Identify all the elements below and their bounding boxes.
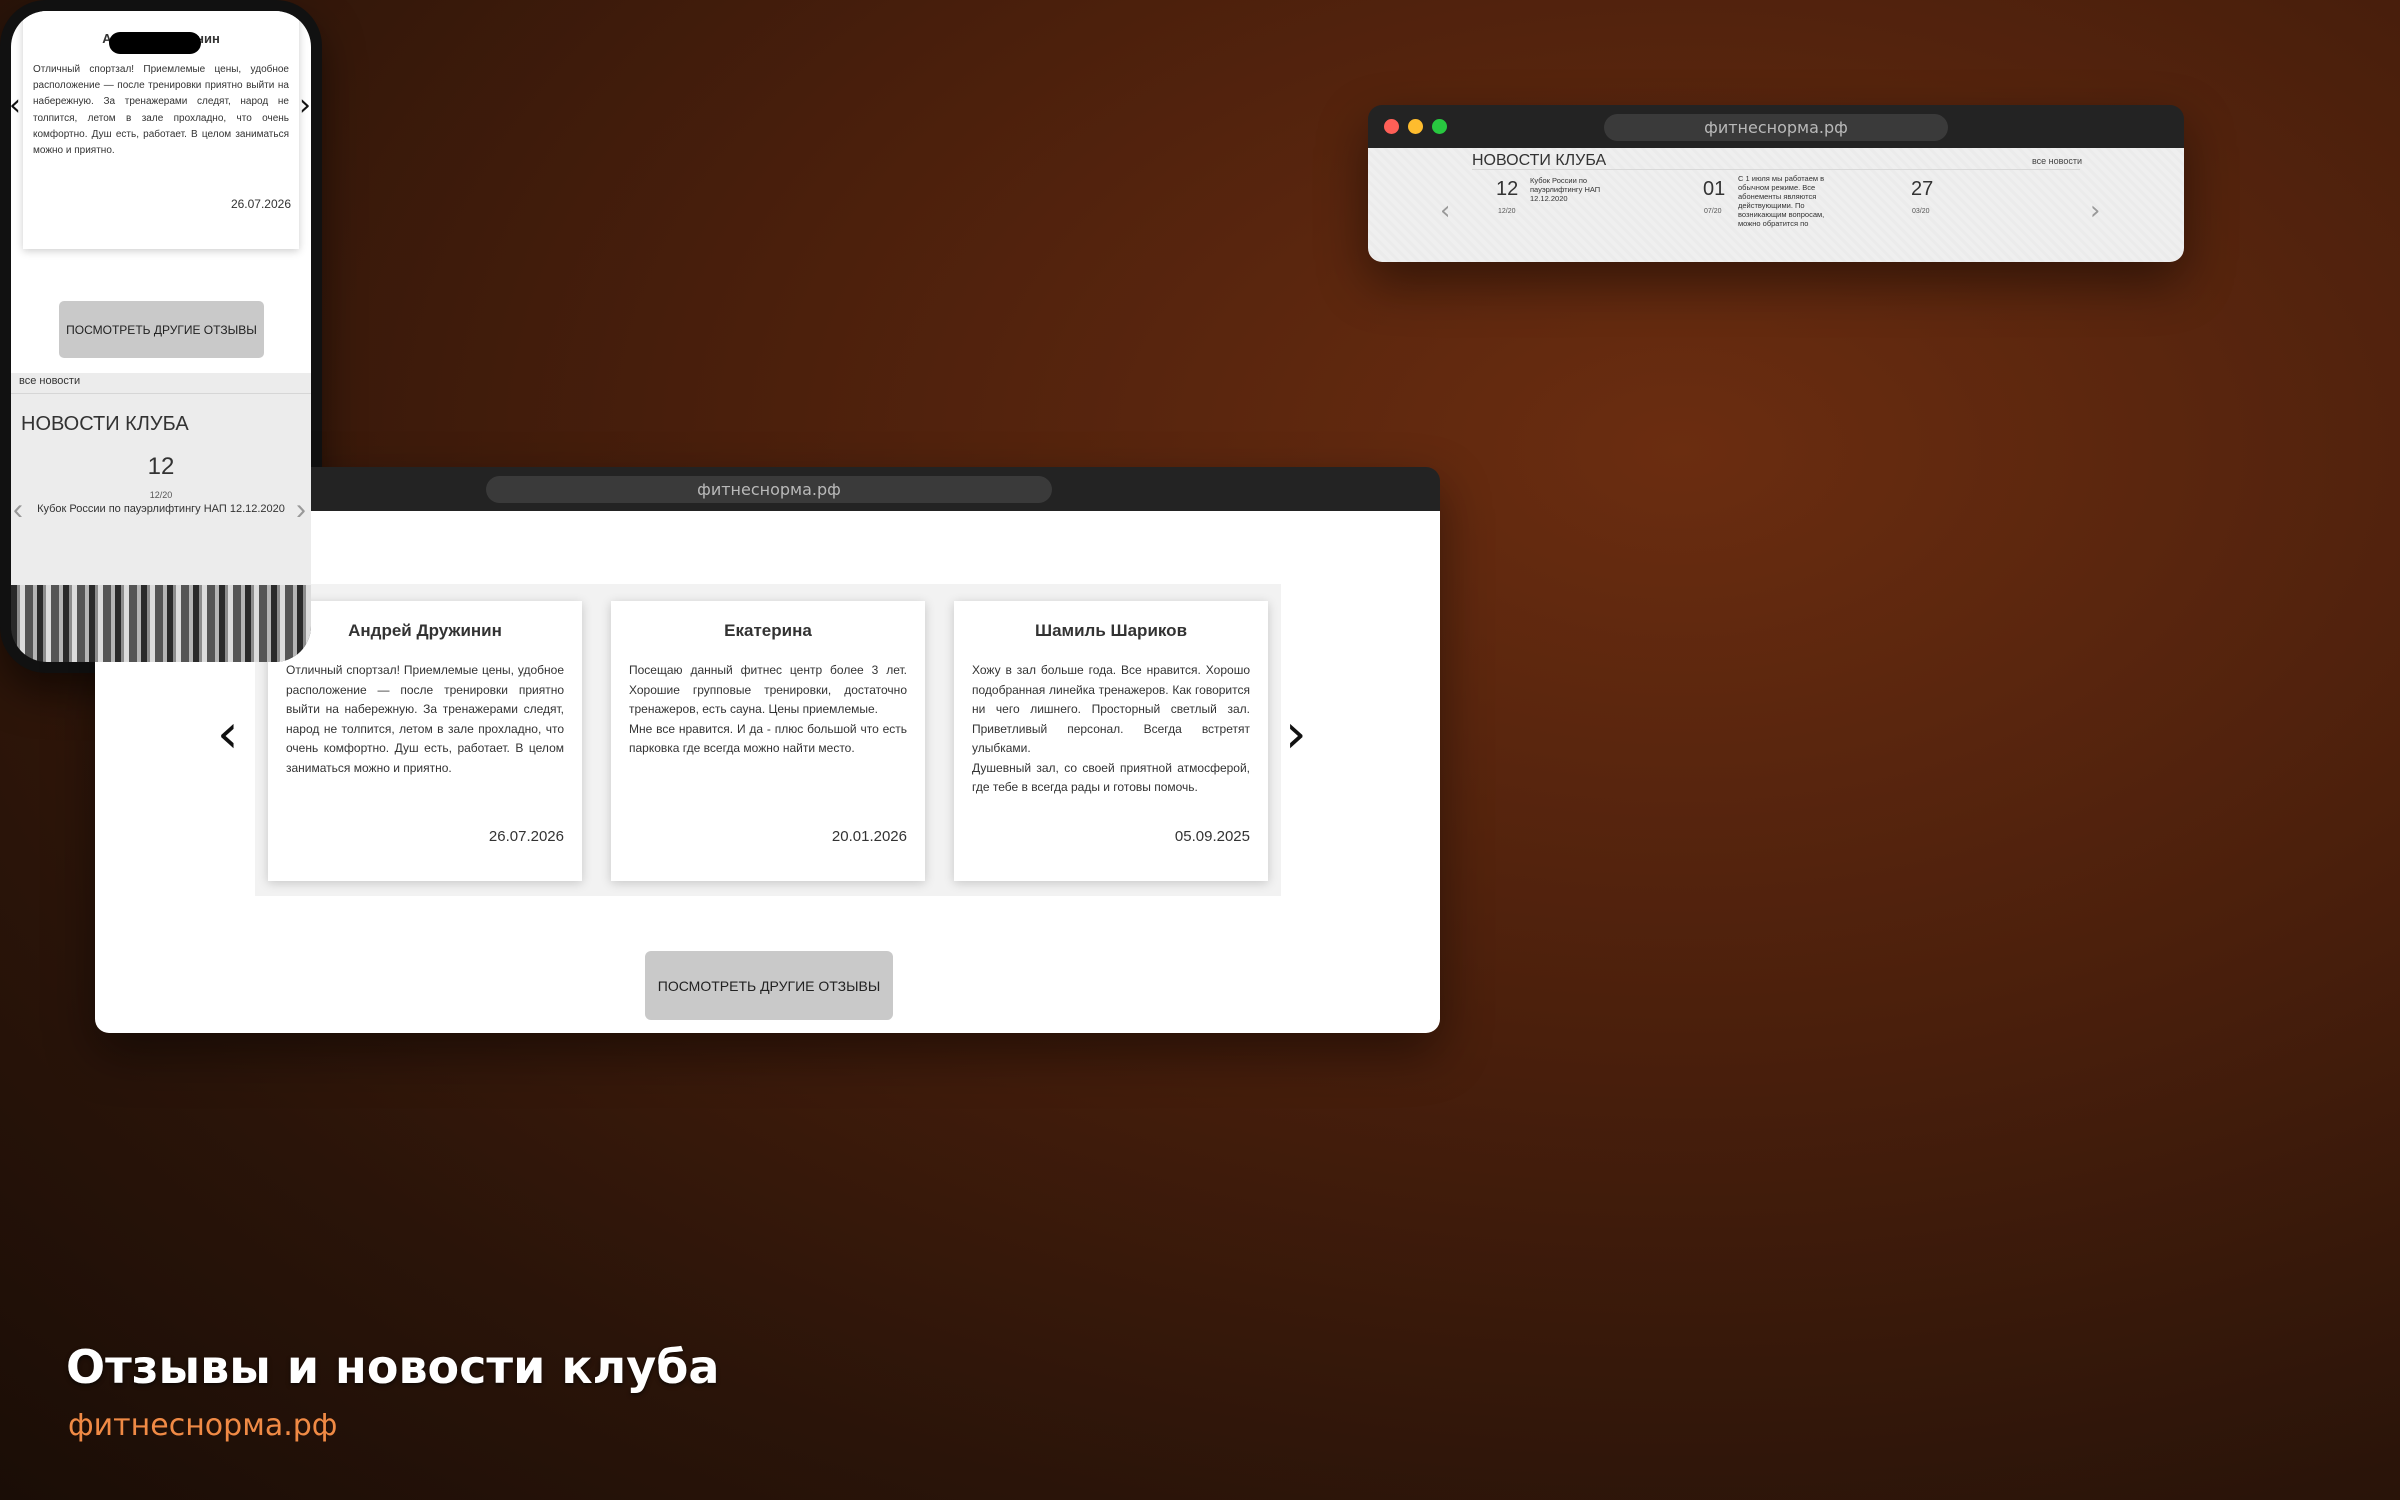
maximize-window-button[interactable] — [1432, 119, 1447, 134]
phone-prev-arrow-icon[interactable]: ‹ — [11, 91, 21, 121]
all-news-link[interactable]: все новости — [19, 375, 80, 387]
review-author: Шамиль Шариков — [1034, 621, 1188, 640]
news-month-year: 12/20 — [149, 490, 173, 500]
news-divider — [1472, 169, 2080, 170]
news-text: Кубок России по пауэрлифтингу НАП 12.12.… — [37, 503, 285, 515]
review-author: Андрей Дружинин — [348, 621, 502, 640]
phone-screen: Андрей Дружинин Отличный спортзал! Прием… — [11, 11, 311, 662]
reviews-prev-arrow-icon[interactable]: ‹ — [217, 707, 239, 761]
news-day: 12 — [1496, 178, 1519, 200]
news-month-year: 03/20 — [1912, 208, 1930, 215]
review-author: Екатерина — [724, 621, 812, 640]
caption-title: Отзывы и новости клуба — [66, 1340, 720, 1394]
news-heading: НОВОСТИ КЛУБА — [1472, 152, 1607, 169]
review-date: 05.09.2025 — [1174, 828, 1250, 845]
review-text: Посещаю данный фитнес центр более 3 лет.… — [629, 663, 907, 755]
caption-subtitle: фитнеснорма.рф — [68, 1408, 338, 1443]
news-heading: НОВОСТИ КЛУБА — [21, 413, 189, 435]
phone-next-arrow-icon[interactable]: › — [299, 91, 311, 121]
news-browser-window: фитнеснорма.рф НОВОСТИ КЛУБА все новости… — [1368, 105, 2184, 262]
news-month-year: 07/20 — [1704, 208, 1722, 215]
browser-titlebar: фитнеснорма.рф — [1368, 105, 2184, 148]
minimize-window-button[interactable] — [1408, 119, 1423, 134]
address-bar[interactable]: фитнеснорма.рф — [1604, 114, 1948, 141]
phone-notch — [109, 32, 201, 54]
news-prev-arrow-icon[interactable]: ‹ — [1440, 198, 1450, 224]
news-text: С 1 июля мы работаем в обычном режиме. В… — [1738, 174, 1825, 228]
all-news-link[interactable]: все новости — [2032, 156, 2082, 166]
review-text: Хожу в зал больше года. Все нравится. Хо… — [972, 663, 1250, 794]
more-reviews-button[interactable]: ПОСМОТРЕТЬ ДРУГИЕ ОТЗЫВЫ — [59, 301, 264, 358]
news-prev-arrow-icon[interactable]: ‹ — [13, 495, 23, 525]
reviews-next-arrow-icon[interactable]: › — [1285, 707, 1307, 761]
address-bar[interactable]: фитнеснорма.рф — [486, 476, 1052, 503]
news-day: 12 — [147, 453, 175, 480]
phone-reviews-section: Андрей Дружинин Отличный спортзал! Прием… — [11, 11, 311, 373]
phone-mockup: Андрей Дружинин Отличный спортзал! Прием… — [0, 0, 322, 673]
more-reviews-button[interactable]: ПОСМОТРЕТЬ ДРУГИЕ ОТЗЫВЫ — [645, 951, 893, 1020]
news-month-year: 12/20 — [1498, 208, 1516, 215]
review-card: Екатерина Посещаю данный фитнес центр бо… — [611, 601, 925, 881]
news-text: Кубок России по пауэрлифтингу НАП 12.12.… — [1530, 176, 1601, 203]
news-day: 01 — [1703, 178, 1726, 200]
review-card: Шамиль Шариков Хожу в зал больше года. В… — [954, 601, 1268, 881]
close-window-button[interactable] — [1384, 119, 1399, 134]
news-day: 27 — [1911, 178, 1934, 200]
news-next-arrow-icon[interactable]: › — [2090, 198, 2100, 224]
gym-photo — [11, 585, 311, 662]
news-next-arrow-icon[interactable]: › — [296, 495, 306, 525]
review-text: Отличный спортзал! Приемлемые цены, удоб… — [33, 64, 289, 157]
news-section: НОВОСТИ КЛУБА все новости ‹ › 12 12/20 К… — [1368, 148, 2184, 262]
news-divider — [11, 393, 311, 394]
review-date: 20.01.2026 — [831, 828, 907, 845]
review-date: 26.07.2026 — [230, 197, 291, 211]
phone-news-section: все новости НОВОСТИ КЛУБА 12 12/20 Кубок… — [11, 373, 311, 585]
review-text: Отличный спортзал! Приемлемые цены, удоб… — [286, 663, 564, 775]
review-card: Андрей Дружинин Отличный спортзал! Прием… — [268, 601, 582, 881]
review-date: 26.07.2026 — [488, 828, 564, 845]
